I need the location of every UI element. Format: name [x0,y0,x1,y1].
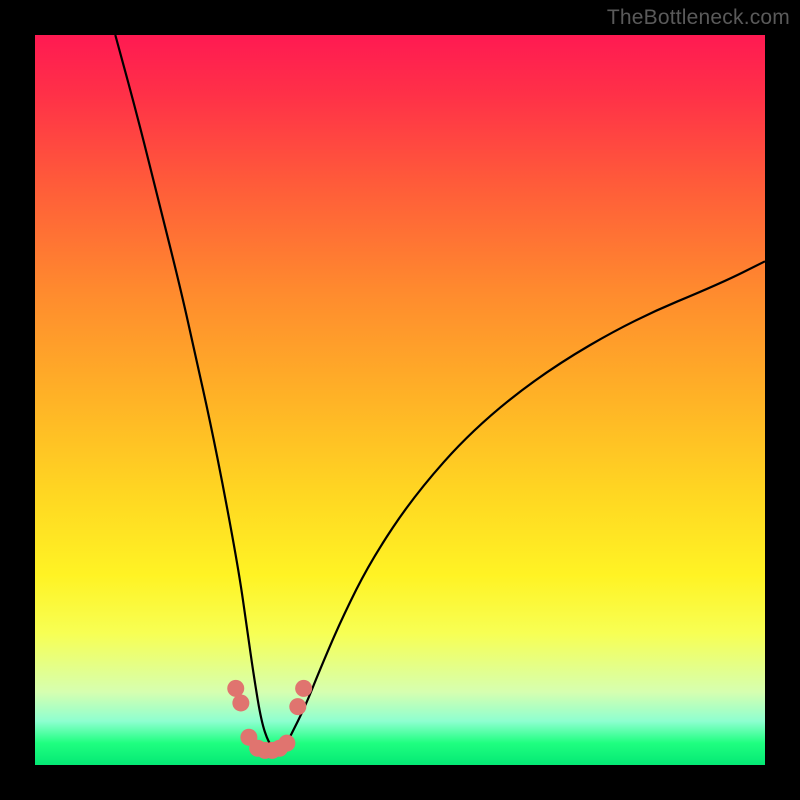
highlight-dot [232,694,249,711]
highlight-dot [278,735,295,752]
chart-frame: TheBottleneck.com [0,0,800,800]
plot-area [35,35,765,765]
watermark-text: TheBottleneck.com [607,6,790,30]
highlight-dot [295,680,312,697]
bottleneck-curve-path [115,35,765,750]
bottleneck-curve [115,35,765,750]
highlight-dot [289,698,306,715]
highlight-dot [227,680,244,697]
curve-svg [35,35,765,765]
